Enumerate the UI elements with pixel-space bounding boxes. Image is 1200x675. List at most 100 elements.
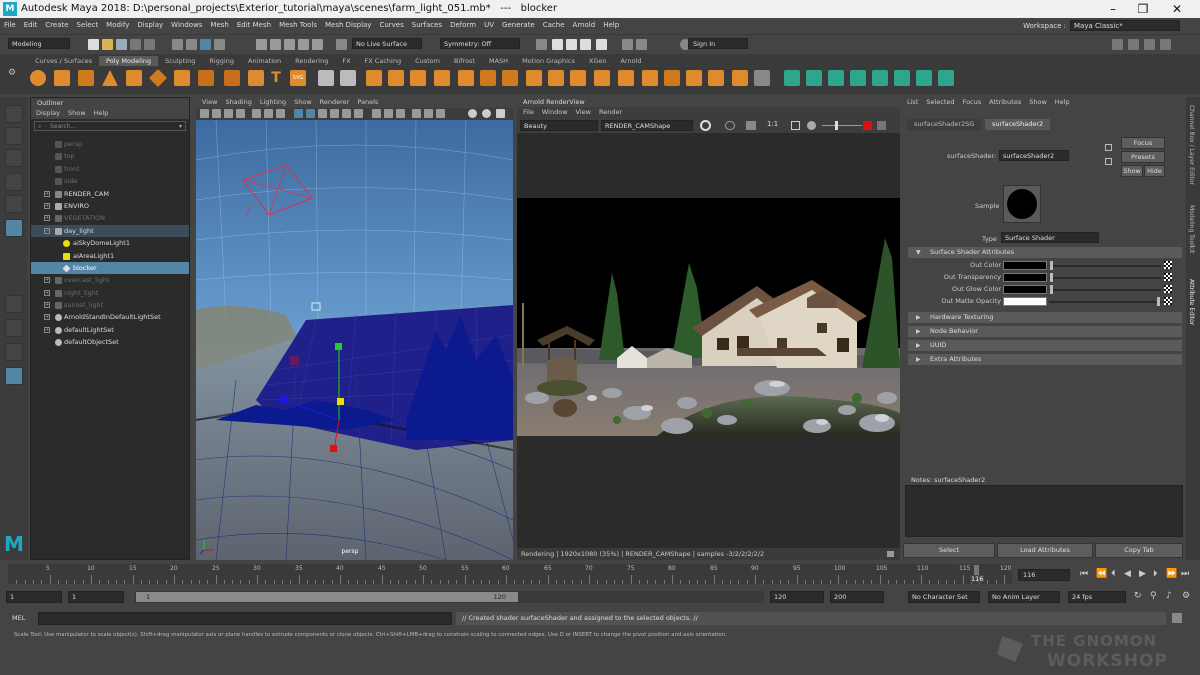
- resolution-gate-icon[interactable]: [276, 109, 285, 118]
- viewport-scene[interactable]: persp: [196, 120, 513, 560]
- boolean-union-icon[interactable]: [366, 70, 382, 86]
- menu-help[interactable]: Help: [603, 21, 619, 29]
- render-image[interactable]: [517, 198, 900, 436]
- poly-plane-icon[interactable]: [148, 68, 168, 88]
- toggle-channel-box-icon[interactable]: [1160, 39, 1171, 50]
- arnold-render-icon[interactable]: [622, 39, 633, 50]
- render-settings-icon[interactable]: [580, 39, 591, 50]
- target-weld-icon[interactable]: [686, 70, 702, 86]
- current-frame-field[interactable]: 116: [1018, 569, 1070, 581]
- poly-torus-icon[interactable]: [126, 70, 142, 86]
- viewport-menu-renderer[interactable]: Renderer: [320, 97, 350, 108]
- menu-file[interactable]: File: [4, 21, 16, 29]
- section-surface-shader-attributes[interactable]: ▼ Surface Shader Attributes: [908, 247, 1182, 258]
- play-forward-icon[interactable]: ▶: [1139, 569, 1146, 579]
- menu-set-dropdown[interactable]: Modeling: [8, 38, 70, 49]
- step-forward-key-icon[interactable]: ⏩: [1166, 569, 1177, 579]
- outliner-menu-help[interactable]: Help: [94, 108, 109, 119]
- shadows-icon[interactable]: [354, 109, 363, 118]
- lasso-tool-icon[interactable]: [5, 127, 23, 145]
- lock-selection-icon[interactable]: [214, 39, 225, 50]
- snap-view-plane-icon[interactable]: [298, 39, 309, 50]
- expand-icon[interactable]: +: [44, 289, 50, 296]
- outliner-item-blocker[interactable]: blocker: [31, 261, 189, 275]
- gamma-icon[interactable]: [482, 109, 491, 118]
- crease-tool-icon[interactable]: [754, 70, 770, 86]
- input-connections-icon[interactable]: [1105, 144, 1112, 151]
- snapshot-icon[interactable]: [725, 121, 735, 130]
- close-icon[interactable]: ✕: [1162, 0, 1192, 18]
- menu-cache[interactable]: Cache: [543, 21, 565, 29]
- color-swatch[interactable]: [1003, 285, 1047, 294]
- super-shape-icon[interactable]: [224, 70, 240, 86]
- animation-start-field[interactable]: 1: [6, 591, 62, 603]
- hide-button[interactable]: Hide: [1144, 165, 1165, 177]
- symmetry-dropdown[interactable]: Symmetry: Off: [440, 38, 520, 49]
- four-view-layout-icon[interactable]: [5, 319, 23, 337]
- hypershade-icon[interactable]: [596, 39, 607, 50]
- slider-knob[interactable]: [1050, 261, 1053, 270]
- ae-menu-focus[interactable]: Focus: [963, 97, 982, 108]
- mirror-icon[interactable]: [458, 70, 474, 86]
- smooth-icon[interactable]: [410, 70, 426, 86]
- tab-surfaceshader2[interactable]: surfaceShader2: [985, 119, 1051, 130]
- save-scene-icon[interactable]: [116, 39, 127, 50]
- poly-sphere-icon[interactable]: [30, 70, 46, 86]
- toggle-attribute-editor-icon[interactable]: [1128, 39, 1139, 50]
- viewport-menu-show[interactable]: Show: [294, 97, 312, 108]
- sign-in-button[interactable]: Sign In: [688, 38, 748, 49]
- outliner-item-default-object-set[interactable]: defaultObjectSet: [31, 336, 189, 348]
- menu-uv[interactable]: UV: [484, 21, 494, 29]
- make-live-icon[interactable]: [336, 39, 347, 50]
- outliner-item-day-light[interactable]: − day_light: [31, 224, 189, 238]
- menu-generate[interactable]: Generate: [502, 21, 535, 29]
- side-by-side-layout-icon[interactable]: [5, 343, 23, 361]
- ipr-render-icon[interactable]: [566, 39, 577, 50]
- exposure-slider[interactable]: [822, 125, 862, 126]
- paint-select-tool-icon[interactable]: [5, 149, 23, 167]
- menu-arnold[interactable]: Arnold: [573, 21, 596, 29]
- ae-menu-show[interactable]: Show: [1029, 97, 1047, 108]
- snap-surface-icon[interactable]: [312, 39, 323, 50]
- menu-edit-mesh[interactable]: Edit Mesh: [237, 21, 271, 29]
- sew-uvs-icon[interactable]: [938, 70, 954, 86]
- load-attributes-button[interactable]: Load Attributes: [997, 543, 1093, 558]
- poly-cylinder-icon[interactable]: [78, 70, 94, 86]
- menu-modify[interactable]: Modify: [106, 21, 129, 29]
- outliner-item-default-light-set[interactable]: + defaultLightSet: [31, 324, 189, 336]
- boolean-difference-icon[interactable]: [388, 70, 404, 86]
- range-bar-handle[interactable]: 1 120: [136, 592, 518, 602]
- copy-tab-button[interactable]: Copy Tab: [1095, 543, 1183, 558]
- step-back-key-icon[interactable]: ⏪: [1096, 569, 1107, 579]
- rotate-tool-icon[interactable]: [5, 195, 23, 213]
- value-slider[interactable]: [1049, 277, 1161, 279]
- ae-menu-help[interactable]: Help: [1055, 97, 1070, 108]
- viewport-menu-lighting[interactable]: Lighting: [260, 97, 286, 108]
- extrude-icon[interactable]: [480, 70, 496, 86]
- section-node-behavior[interactable]: ▶ Node Behavior: [908, 326, 1182, 337]
- select-tool-icon[interactable]: [5, 105, 23, 123]
- render-menu-view[interactable]: View: [576, 107, 591, 118]
- shelf-tab-animation[interactable]: Animation: [241, 56, 288, 66]
- input-ops-icon[interactable]: [536, 39, 547, 50]
- outliner-menu-display[interactable]: Display: [36, 108, 60, 119]
- shelf-settings-icon[interactable]: ⚙: [8, 68, 18, 78]
- viewport-menu-panels[interactable]: Panels: [357, 97, 378, 108]
- expand-icon[interactable]: +: [44, 326, 50, 333]
- move-tool-icon[interactable]: [5, 173, 23, 191]
- live-surface-field[interactable]: No Live Surface: [352, 38, 422, 49]
- shelf-tab-rigging[interactable]: Rigging: [202, 56, 241, 66]
- side-tab-channel-box[interactable]: Channel Box / Layer Editor: [1188, 105, 1195, 185]
- scale-tool-icon[interactable]: [5, 219, 23, 237]
- outliner-search-input[interactable]: ⌕ Search... ▾: [34, 121, 186, 131]
- open-scene-icon[interactable]: [102, 39, 113, 50]
- textured-icon[interactable]: [330, 109, 339, 118]
- outliner-item-top[interactable]: top: [31, 150, 189, 162]
- playback-end-field[interactable]: 120: [770, 591, 824, 603]
- section-uuid[interactable]: ▶ UUID: [908, 340, 1182, 351]
- outliner-item-sunset-light[interactable]: + sunset_light: [31, 299, 189, 311]
- render-current-frame-icon[interactable]: [552, 39, 563, 50]
- tab-surfaceshader2sg[interactable]: surfaceShader2SG: [907, 119, 982, 130]
- map-button-icon[interactable]: [1164, 261, 1172, 269]
- play-backward-icon[interactable]: ◀: [1124, 569, 1131, 579]
